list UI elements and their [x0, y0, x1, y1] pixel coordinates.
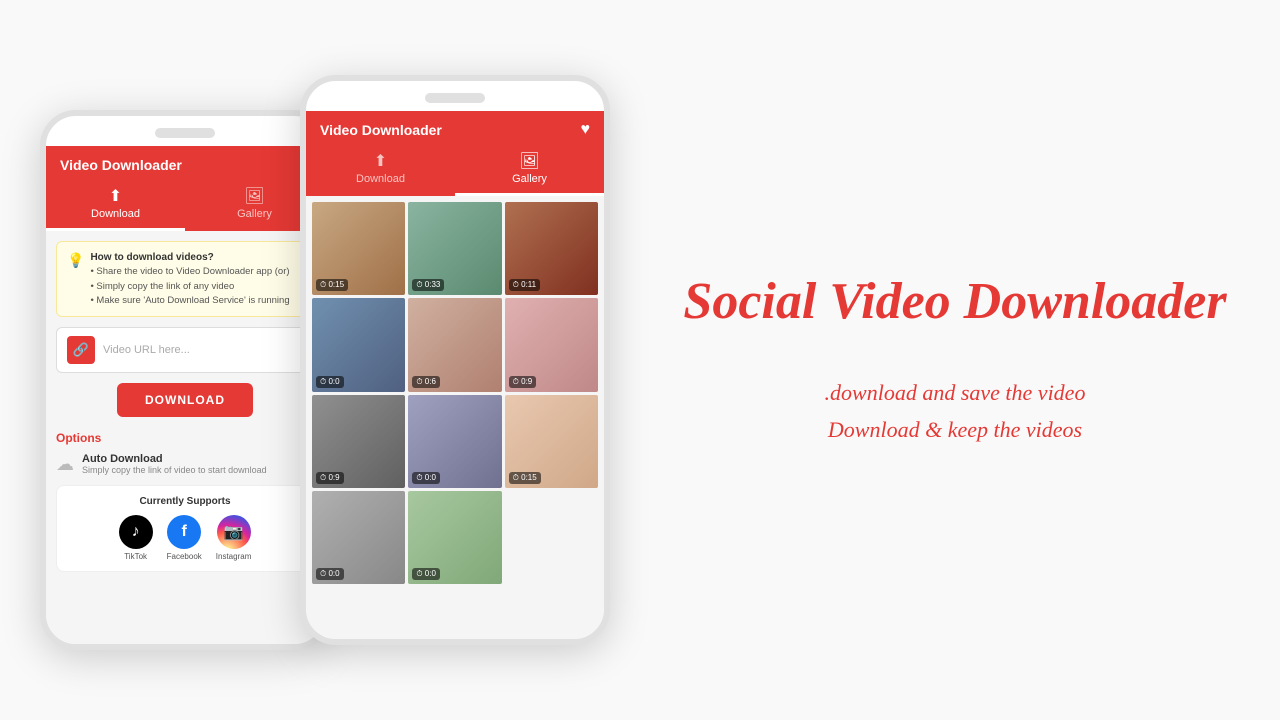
heart-icon-2: ♥	[581, 121, 591, 139]
tiktok-label: TikTok	[124, 552, 147, 561]
thumb-duration: ⏱ 0:0	[316, 376, 344, 388]
social-tiktok-item: ♪ TikTok	[119, 515, 153, 561]
auto-download-subtitle: Simply copy the link of video to start d…	[82, 465, 292, 475]
download-button[interactable]: DOWNLOAD	[117, 383, 253, 417]
social-facebook-item: f Facebook	[167, 515, 202, 561]
instagram-icon: 📷	[217, 515, 251, 549]
info-bullet-3: Make sure 'Auto Download Service' is run…	[96, 295, 289, 306]
bulb-icon: 💡	[67, 252, 84, 269]
facebook-icon: f	[167, 515, 201, 549]
gallery-tab-label: Gallery	[237, 208, 272, 220]
phone-1-content: 💡 How to download videos? • Share the vi…	[46, 231, 324, 644]
download-tab-label: Download	[91, 208, 140, 220]
cloud-icon: ☁	[56, 454, 74, 475]
gallery-thumb[interactable]: ⏱ 0:9	[505, 298, 598, 391]
tabs-1: ⬆ Download 🖼 Gallery	[46, 180, 324, 231]
phone-download: Video Downloader ♥ ⬆ Download 🖼 Gallery …	[40, 110, 330, 650]
gallery-tab-icon: 🖼	[244, 186, 264, 206]
thumb-duration: ⏱ 0:0	[412, 568, 440, 580]
phone-1-screen: Video Downloader ♥ ⬆ Download 🖼 Gallery …	[46, 116, 324, 644]
auto-download-title: Auto Download	[82, 453, 292, 465]
url-placeholder-text: Video URL here...	[103, 344, 190, 356]
info-box: 💡 How to download videos? • Share the vi…	[56, 241, 314, 317]
social-icons-row: ♪ TikTok f Facebook 📷 Instagram	[67, 515, 303, 561]
gallery-grid: ⏱ 0:15 ⏱ 0:33 ⏱ 0:11 ⏱ 0:0 ⏱ 0:6 ⏱ 0:9 ⏱ 0:9 ⏱ …	[309, 199, 601, 587]
gallery-thumb[interactable]: ⏱ 0:0	[408, 491, 501, 584]
app-header-2: Video Downloader ♥	[306, 111, 604, 145]
gallery-thumb[interactable]: ⏱ 0:11	[505, 202, 598, 295]
auto-download-text: Auto Download Simply copy the link of vi…	[82, 453, 292, 475]
gallery-thumb[interactable]: ⏱ 0:9	[312, 395, 405, 488]
gallery-tab-icon-2: 🖼	[519, 151, 539, 171]
link-icon-box: 🔗	[67, 336, 95, 364]
supports-box: Currently Supports ♪ TikTok f Facebook 📷	[56, 485, 314, 572]
thumb-duration: ⏱ 0:9	[316, 472, 344, 484]
link-icon: 🔗	[73, 342, 89, 358]
app-title-2: Video Downloader	[320, 122, 442, 138]
thumb-duration: ⏱ 0:15	[316, 279, 348, 291]
scene: Video Downloader ♥ ⬆ Download 🖼 Gallery …	[0, 0, 1280, 720]
download-tab-icon: ⬆	[109, 186, 122, 206]
options-label: Options	[56, 431, 314, 445]
thumb-duration: ⏱ 0:11	[509, 279, 540, 291]
gallery-tab-label-2: Gallery	[512, 173, 547, 185]
facebook-label: Facebook	[167, 552, 202, 561]
tab-download-1[interactable]: ⬆ Download	[46, 180, 185, 231]
download-tab-label-2: Download	[356, 173, 405, 185]
thumb-duration: ⏱ 0:33	[412, 279, 444, 291]
gallery-thumb[interactable]: ⏱ 0:0	[408, 395, 501, 488]
phone-gallery: Video Downloader ♥ ⬆ Download 🖼 Gallery …	[300, 75, 610, 645]
info-text: How to download videos? • Share the vide…	[90, 250, 289, 308]
tiktok-icon: ♪	[119, 515, 153, 549]
info-title: How to download videos?	[90, 252, 213, 263]
phone-2-screen: Video Downloader ♥ ⬆ Download 🖼 Gallery …	[306, 81, 604, 639]
tabs-2: ⬆ Download 🖼 Gallery	[306, 145, 604, 196]
subtitle-block: .download and save the video Download & …	[825, 374, 1086, 449]
thumb-duration: ⏱ 0:9	[509, 376, 537, 388]
right-section: Social Video Downloader .download and sa…	[610, 271, 1240, 448]
supports-title: Currently Supports	[67, 496, 303, 507]
url-input-row[interactable]: 🔗 Video URL here...	[56, 327, 314, 373]
gallery-content: ⏱ 0:15 ⏱ 0:33 ⏱ 0:11 ⏱ 0:0 ⏱ 0:6 ⏱ 0:9 ⏱ 0:9 ⏱ …	[306, 196, 604, 639]
main-title: Social Video Downloader	[683, 271, 1226, 333]
gallery-thumb[interactable]: ⏱ 0:15	[312, 202, 405, 295]
social-instagram-item: 📷 Instagram	[216, 515, 252, 561]
thumb-duration: ⏱ 0:6	[412, 376, 440, 388]
gallery-thumb[interactable]: ⏱ 0:33	[408, 202, 501, 295]
tab-download-2[interactable]: ⬆ Download	[306, 145, 455, 196]
download-tab-icon-2: ⬆	[374, 151, 387, 171]
thumb-duration: ⏱ 0:0	[316, 568, 344, 580]
gallery-thumb[interactable]: ⏱ 0:6	[408, 298, 501, 391]
info-bullet-1: Share the video to Video Downloader app …	[96, 266, 289, 277]
info-bullet-2: Simply copy the link of any video	[96, 281, 234, 292]
thumb-duration: ⏱ 0:0	[412, 472, 440, 484]
auto-download-row: ☁ Auto Download Simply copy the link of …	[56, 453, 314, 475]
tab-gallery-2[interactable]: 🖼 Gallery	[455, 145, 604, 196]
app-title-1: Video Downloader	[60, 157, 182, 173]
subtitle-line-1: .download and save the video	[825, 374, 1086, 411]
subtitle-line-2: Download & keep the videos	[825, 411, 1086, 448]
gallery-thumb[interactable]: ⏱ 0:0	[312, 491, 405, 584]
thumb-duration: ⏱ 0:15	[509, 472, 541, 484]
instagram-label: Instagram	[216, 552, 252, 561]
gallery-thumb[interactable]: ⏱ 0:0	[312, 298, 405, 391]
gallery-thumb[interactable]: ⏱ 0:15	[505, 395, 598, 488]
app-header-1: Video Downloader ♥	[46, 146, 324, 180]
